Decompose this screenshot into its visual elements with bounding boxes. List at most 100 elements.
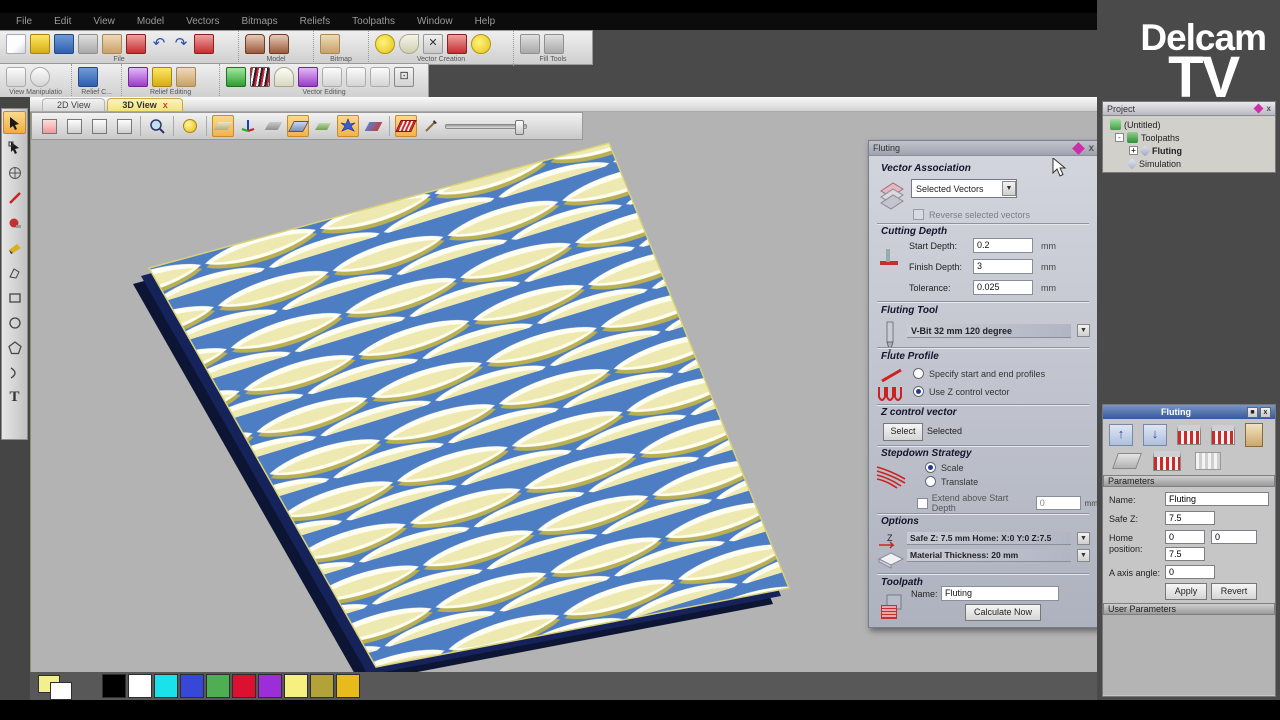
- model-front-icon[interactable]: [245, 34, 265, 54]
- toolpath-save-icon[interactable]: [1211, 425, 1235, 445]
- toggle-rotate-icon[interactable]: [312, 115, 334, 137]
- menu-reliefs[interactable]: Reliefs: [300, 16, 331, 27]
- simulate-toolpath-icon[interactable]: [1195, 452, 1221, 470]
- start-depth-field[interactable]: 0.2: [973, 238, 1033, 253]
- menu-help[interactable]: Help: [475, 16, 496, 27]
- extend-checkbox[interactable]: [917, 498, 928, 509]
- palette-swatch[interactable]: [102, 674, 126, 698]
- collapse-icon[interactable]: -: [1115, 133, 1124, 142]
- sculpt-icon[interactable]: [128, 67, 148, 87]
- rectangle-tool[interactable]: [3, 286, 26, 309]
- toggle-toolpath-sim-icon[interactable]: [395, 115, 417, 137]
- specify-profiles-radio[interactable]: [913, 368, 924, 379]
- text-tool[interactable]: T: [3, 386, 26, 409]
- fluting-panel-titlebar[interactable]: Fluting ■ x: [1103, 405, 1275, 419]
- model-back-icon[interactable]: [269, 34, 289, 54]
- smudge-tool[interactable]: [3, 236, 26, 259]
- safe-z-field[interactable]: 7.5: [1165, 511, 1215, 525]
- toggle-zero-plane-icon[interactable]: [287, 115, 309, 137]
- export-icon[interactable]: [126, 34, 146, 54]
- copy-icon[interactable]: [102, 34, 122, 54]
- palette-swatch[interactable]: [310, 674, 334, 698]
- extend-field[interactable]: 0: [1036, 496, 1081, 510]
- menu-model[interactable]: Model: [137, 16, 164, 27]
- menu-view[interactable]: View: [93, 16, 115, 27]
- tolerance-field[interactable]: 0.025: [973, 280, 1033, 295]
- home-x-field[interactable]: 0: [1165, 530, 1205, 544]
- offset-vector-icon[interactable]: [471, 34, 491, 54]
- fill-settings-icon[interactable]: [544, 34, 564, 54]
- vector-association-dropdown[interactable]: Selected Vectors ▼: [911, 179, 1017, 198]
- tree-item-untitled[interactable]: (Untitled): [1107, 118, 1275, 131]
- apply-button[interactable]: Apply: [1165, 583, 1207, 600]
- smooth-icon[interactable]: [152, 67, 172, 87]
- cut-icon[interactable]: [78, 34, 98, 54]
- polyline-tool[interactable]: [3, 261, 26, 284]
- flood-fill-icon[interactable]: [520, 34, 540, 54]
- fillet-icon[interactable]: [370, 67, 390, 87]
- envelope-icon[interactable]: [274, 67, 294, 87]
- pin-icon[interactable]: [1073, 142, 1086, 155]
- tool-select-button[interactable]: ▼: [1077, 324, 1090, 337]
- palette-swatch[interactable]: [154, 674, 178, 698]
- create-vector-icon[interactable]: [375, 34, 395, 54]
- toolpath-info-icon[interactable]: [1177, 425, 1201, 445]
- finish-depth-field[interactable]: 3: [973, 259, 1033, 274]
- close-door-icon[interactable]: [1245, 423, 1263, 447]
- material-expand-button[interactable]: ▼: [1077, 549, 1090, 562]
- erase-relief-icon[interactable]: [176, 67, 196, 87]
- view-iso2-icon[interactable]: [63, 115, 85, 137]
- node-edit-tool[interactable]: [3, 136, 26, 159]
- shading-slider[interactable]: [445, 124, 527, 129]
- panel-minimize-icon[interactable]: ■: [1247, 407, 1258, 418]
- globe-icon[interactable]: [30, 67, 50, 87]
- toggle-axes-icon[interactable]: [237, 115, 259, 137]
- menu-vectors[interactable]: Vectors: [186, 16, 219, 27]
- polyline-icon[interactable]: [447, 34, 467, 54]
- toggle-plane-icon[interactable]: [212, 115, 234, 137]
- reverse-vectors-checkbox[interactable]: [913, 209, 924, 220]
- arc-vector-icon[interactable]: [399, 34, 419, 54]
- close-icon[interactable]: x: [1088, 143, 1094, 154]
- relief-layer-icon[interactable]: [78, 67, 98, 87]
- paste-along-icon[interactable]: [298, 67, 318, 87]
- home-y-field[interactable]: 0: [1211, 530, 1257, 544]
- tree-item-simulation[interactable]: Simulation: [1107, 157, 1275, 170]
- view-top-icon[interactable]: [113, 115, 135, 137]
- tab-close-icon[interactable]: x: [163, 100, 168, 110]
- close-icon[interactable]: x: [1267, 104, 1271, 113]
- a-axis-field[interactable]: 0: [1165, 565, 1215, 579]
- undo-icon[interactable]: ↶: [150, 35, 168, 53]
- tab-2d-view[interactable]: 2D View: [42, 98, 105, 111]
- tree-item-fluting[interactable]: + Fluting: [1107, 144, 1275, 157]
- notes-icon[interactable]: [194, 34, 214, 54]
- secondary-color-swatch[interactable]: [50, 682, 72, 700]
- menu-edit[interactable]: Edit: [54, 16, 71, 27]
- palette-swatch[interactable]: [128, 674, 152, 698]
- scale-radio[interactable]: [925, 462, 936, 473]
- name-field[interactable]: Fluting: [1165, 492, 1269, 506]
- slider-handle[interactable]: [515, 120, 524, 135]
- save-icon[interactable]: [54, 34, 74, 54]
- select-z-vector-button[interactable]: Select: [883, 423, 923, 441]
- menu-window[interactable]: Window: [417, 16, 453, 27]
- revert-button[interactable]: Revert: [1211, 583, 1257, 600]
- menu-file[interactable]: File: [16, 16, 32, 27]
- palette-swatch[interactable]: [336, 674, 360, 698]
- toolpath-name-field[interactable]: Fluting: [941, 586, 1059, 601]
- palette-swatch[interactable]: [258, 674, 282, 698]
- new-model-icon[interactable]: [6, 34, 26, 54]
- brush-icon[interactable]: [420, 115, 442, 137]
- polygon-tool[interactable]: [3, 336, 26, 359]
- transform-toolpath-icon[interactable]: [1112, 453, 1142, 469]
- view-side-icon[interactable]: [88, 115, 110, 137]
- zoom-icon[interactable]: [146, 115, 168, 137]
- zoom-screen-icon[interactable]: [6, 67, 26, 87]
- home-z-field[interactable]: 7.5: [1165, 547, 1205, 561]
- safe-z-expand-button[interactable]: ▼: [1077, 532, 1090, 545]
- palette-swatch[interactable]: [206, 674, 230, 698]
- project-panel-titlebar[interactable]: Project x: [1103, 102, 1275, 116]
- expand-icon[interactable]: +: [1129, 146, 1138, 155]
- tab-3d-view[interactable]: 3D Viewx: [107, 98, 182, 111]
- palette-swatch[interactable]: [180, 674, 204, 698]
